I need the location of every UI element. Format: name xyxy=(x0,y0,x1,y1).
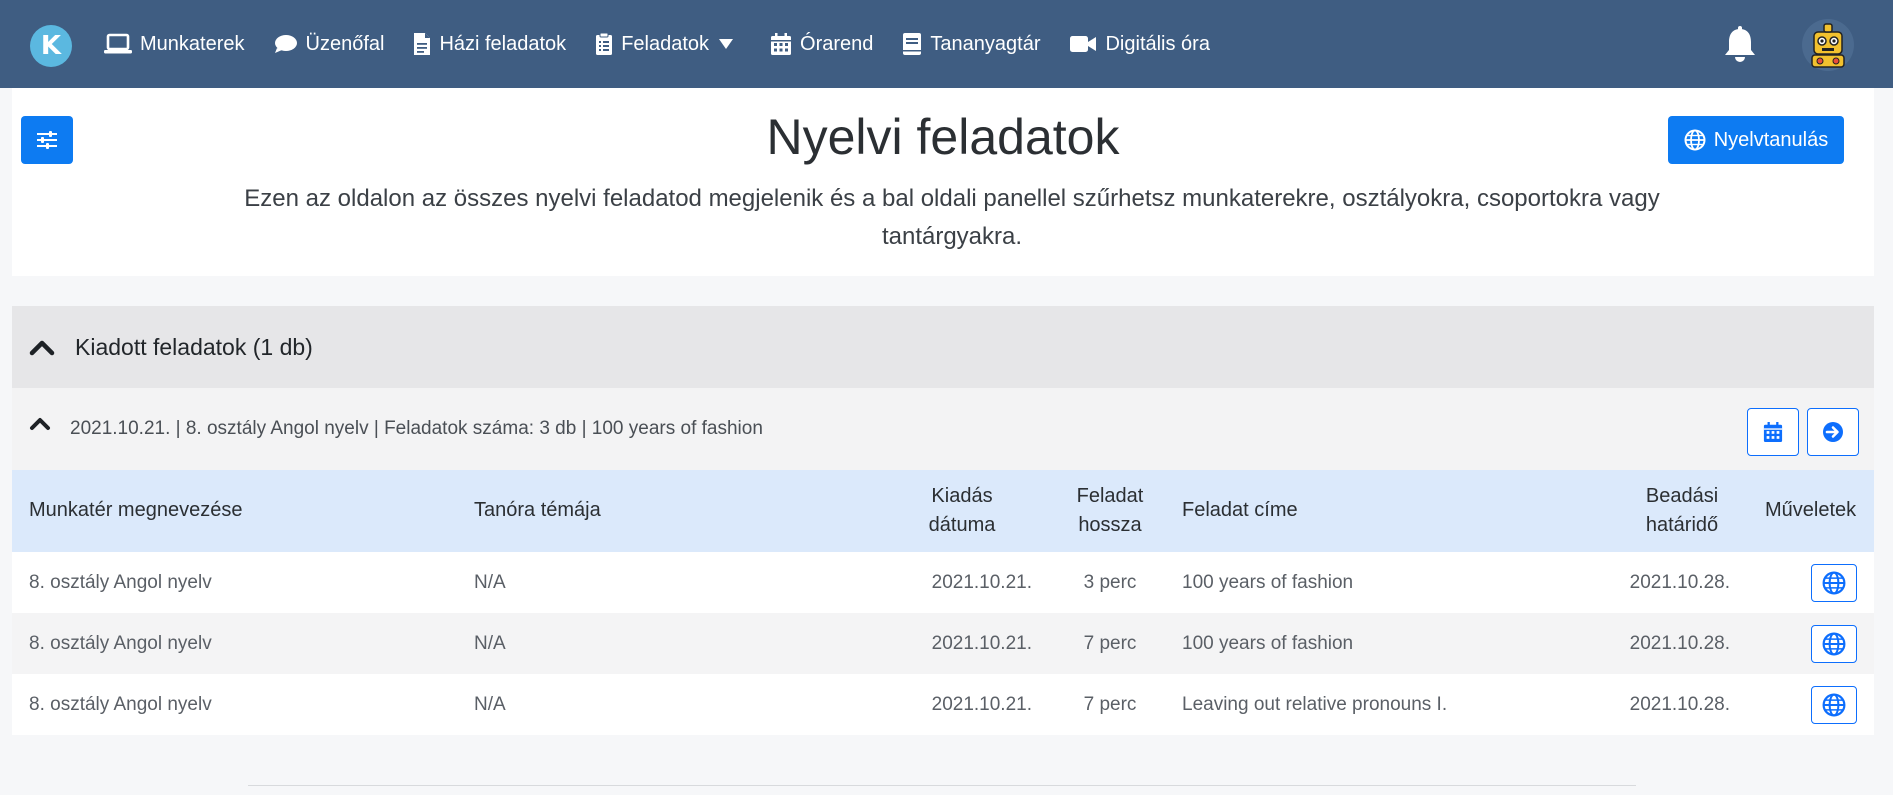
notification-bell-icon[interactable] xyxy=(1722,26,1758,64)
file-icon xyxy=(414,33,431,55)
cell-task-title: Leaving out relative pronouns I. xyxy=(1182,693,1448,715)
chevron-up-icon xyxy=(29,340,55,356)
clipboard-icon xyxy=(596,32,613,55)
cell-issued: 2021.10.21. xyxy=(931,632,1032,654)
open-group-button[interactable] xyxy=(1807,408,1859,456)
task-group-title: 2021.10.21. | 8. osztály Angol nyelv | F… xyxy=(70,418,763,439)
page-title: Nyelvi feladatok xyxy=(766,109,1120,165)
cell-task-title: 100 years of fashion xyxy=(1182,571,1354,593)
col-header-issued: Kiadás dátuma xyxy=(912,482,1012,540)
globe-icon xyxy=(1684,129,1706,151)
calendar-icon xyxy=(771,33,792,55)
nav-item-uzenofal[interactable]: Üzenőfal xyxy=(274,32,385,56)
table-row: 8. osztály Angol nyelv N/A 2021.10.21. 7… xyxy=(12,674,1874,735)
cell-length: 7 perc xyxy=(1083,693,1137,715)
cell-topic: N/A xyxy=(474,571,506,593)
cell-issued: 2021.10.21. xyxy=(931,571,1032,593)
nav-label: Digitális óra xyxy=(1105,32,1210,55)
task-group-header: 2021.10.21. | 8. osztály Angol nyelv | F… xyxy=(12,388,1874,470)
footer-divider xyxy=(248,785,1636,786)
nav-label: Munkaterek xyxy=(140,32,245,55)
col-header-issued-line1: Kiadás xyxy=(931,485,993,507)
video-icon xyxy=(1070,36,1097,52)
logo-letter: K xyxy=(40,31,62,61)
calendar-icon xyxy=(1763,422,1783,442)
col-header-deadline-line2: határidő xyxy=(1645,514,1719,536)
col-header-deadline: Beadási határidő xyxy=(1632,482,1732,540)
chat-icon xyxy=(274,35,297,53)
language-task-button[interactable] xyxy=(1811,564,1857,602)
language-learning-button[interactable]: Nyelvtanulás xyxy=(1668,116,1844,164)
table-header: Munkatér megnevezése Tanóra témája Kiadá… xyxy=(12,470,1874,552)
cell-task-title: 100 years of fashion xyxy=(1182,632,1354,654)
cell-workspace: 8. osztály Angol nyelv xyxy=(29,693,212,715)
cell-length: 3 perc xyxy=(1083,571,1137,593)
cell-deadline: 2021.10.28. xyxy=(1629,693,1730,715)
col-header-actions: Műveletek xyxy=(1765,499,1857,521)
nav-item-tananyagtar[interactable]: Tananyagtár xyxy=(902,32,1040,56)
nav-item-hazi-feladatok[interactable]: Házi feladatok xyxy=(413,32,566,56)
nav-label: Tananyagtár xyxy=(930,32,1041,55)
globe-icon xyxy=(1822,632,1846,656)
language-learning-label: Nyelvtanulás xyxy=(1713,128,1829,151)
cell-topic: N/A xyxy=(474,693,506,715)
language-task-button[interactable] xyxy=(1811,686,1857,724)
chevron-up-icon[interactable] xyxy=(29,415,51,431)
col-header-task-title: Feladat címe xyxy=(1182,499,1298,521)
cell-issued: 2021.10.21. xyxy=(931,693,1032,715)
cell-workspace: 8. osztály Angol nyelv xyxy=(29,571,212,593)
col-header-topic: Tanóra témája xyxy=(474,499,601,521)
table-row: 8. osztály Angol nyelv N/A 2021.10.21. 3… xyxy=(12,552,1874,613)
schedule-button[interactable] xyxy=(1747,408,1799,456)
nav-item-orarend[interactable]: Órarend xyxy=(770,32,873,56)
issued-tasks-section-toggle[interactable]: Kiadott feladatok (1 db) xyxy=(12,306,1874,388)
app-logo[interactable]: K xyxy=(30,25,72,67)
nav-label: Órarend xyxy=(800,32,874,55)
arrow-circle-right-icon xyxy=(1823,422,1843,442)
nav-menu: Munkaterek Üzenőfal Házi feladatok Felad… xyxy=(104,0,1239,88)
language-task-button[interactable] xyxy=(1811,625,1857,663)
caret-down-icon xyxy=(719,39,734,49)
page-header-card: Nyelvi feladatok Ezen az oldalon az össz… xyxy=(12,88,1874,276)
nav-item-feladatok-dropdown[interactable]: Feladatok xyxy=(595,32,741,56)
col-header-deadline-line1: Beadási xyxy=(1645,485,1719,507)
nav-label: Üzenőfal xyxy=(305,32,385,55)
table-row: 8. osztály Angol nyelv N/A 2021.10.21. 7… xyxy=(12,613,1874,674)
nav-label: Feladatok xyxy=(621,32,710,55)
col-header-issued-line2: dátuma xyxy=(928,514,996,536)
nav-item-munkaterek[interactable]: Munkaterek xyxy=(104,33,245,56)
col-header-length-line2: hossza xyxy=(1078,514,1142,536)
cell-length: 7 perc xyxy=(1083,632,1137,654)
col-header-length-line1: Feladat xyxy=(1076,485,1144,507)
cell-deadline: 2021.10.28. xyxy=(1629,571,1730,593)
book-icon xyxy=(903,33,922,55)
user-avatar[interactable] xyxy=(1802,18,1854,72)
nav-label: Házi feladatok xyxy=(439,32,567,55)
cell-workspace: 8. osztály Angol nyelv xyxy=(29,632,212,654)
top-navbar: K Munkaterek Üzenőfal Házi feladatok Fel… xyxy=(0,0,1893,88)
section-title: Kiadott feladatok (1 db) xyxy=(75,333,313,360)
col-header-workspace: Munkatér megnevezése xyxy=(29,499,243,521)
nav-item-digitalis-ora[interactable]: Digitális óra xyxy=(1069,32,1210,56)
globe-icon xyxy=(1822,571,1846,595)
globe-icon xyxy=(1822,693,1846,717)
laptop-icon xyxy=(104,33,132,54)
cell-deadline: 2021.10.28. xyxy=(1629,632,1730,654)
page-description: Ezen az oldalon az összes nyelvi feladat… xyxy=(244,185,1660,250)
col-header-length: Feladat hossza xyxy=(1060,482,1160,540)
cell-topic: N/A xyxy=(474,632,506,654)
